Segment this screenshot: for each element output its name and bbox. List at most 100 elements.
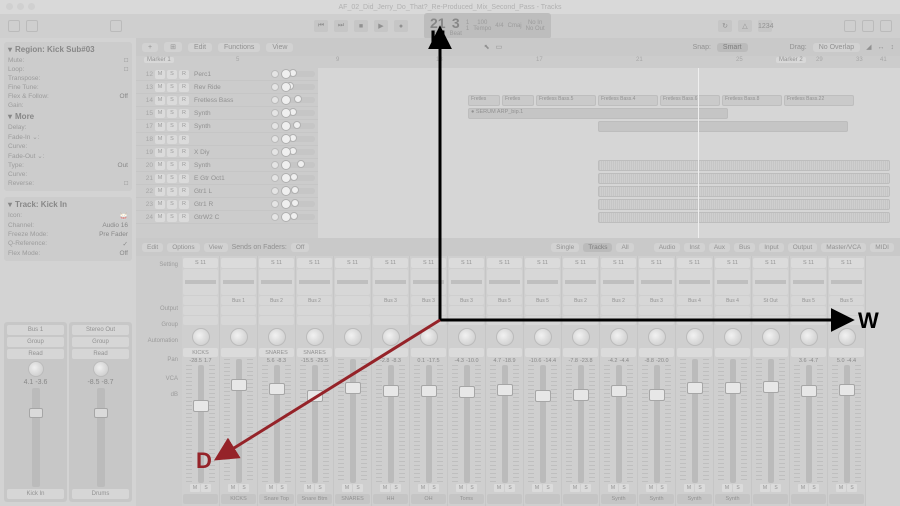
solo-button[interactable]: S (167, 109, 177, 118)
mixer-channel-strip[interactable]: S 11Bus 2SNARES-15.5 -25.5MSSnare Btm (296, 256, 334, 506)
window-controls[interactable] (6, 3, 35, 10)
fader[interactable] (806, 365, 812, 483)
fader[interactable] (692, 359, 698, 483)
mute-button[interactable]: M (722, 484, 732, 492)
group-slot[interactable] (525, 306, 560, 315)
eq-thumbnail[interactable] (525, 269, 560, 295)
eq-thumbnail[interactable] (639, 269, 674, 295)
output-slot[interactable]: Bus 1 (221, 296, 256, 305)
vca-slot[interactable] (335, 348, 370, 357)
setting-slot[interactable]: S 11 (411, 258, 446, 268)
automation-slot[interactable] (715, 316, 750, 325)
solo-button[interactable]: S (391, 484, 401, 492)
output-slot[interactable]: Bus 2 (297, 296, 332, 305)
pan-knob[interactable] (572, 328, 590, 346)
volume-slider[interactable] (281, 149, 315, 155)
power-icon[interactable] (271, 187, 279, 195)
power-icon[interactable] (271, 122, 279, 130)
mute-button[interactable]: M (494, 484, 504, 492)
edit-menu[interactable]: Edit (188, 43, 212, 52)
vca-slot[interactable] (373, 348, 408, 357)
solo-button[interactable]: S (619, 484, 629, 492)
zoom-v-icon[interactable]: ↕ (891, 44, 895, 51)
mute-button[interactable]: M (155, 96, 165, 105)
marker[interactable]: Marker 2 (776, 57, 806, 63)
midi-region[interactable] (598, 121, 848, 132)
output-slot[interactable]: Bus 2 (601, 296, 636, 305)
output-slot[interactable]: Bus 3 (639, 296, 674, 305)
automation-slot[interactable] (297, 316, 332, 325)
mute-button[interactable]: M (760, 484, 770, 492)
mute-button[interactable]: M (155, 161, 165, 170)
fader[interactable] (32, 388, 40, 487)
automation-slot[interactable] (791, 316, 826, 325)
minimize-icon[interactable] (17, 3, 24, 10)
rewind-button[interactable]: ⏮ (314, 20, 328, 32)
volume-slider[interactable] (281, 110, 315, 116)
group-slot[interactable] (411, 306, 446, 315)
group-slot[interactable] (221, 306, 256, 315)
output-slot[interactable]: Bus 3 (449, 296, 484, 305)
setting-slot[interactable]: S 11 (677, 258, 712, 268)
fader[interactable] (236, 359, 242, 483)
group-slot[interactable] (449, 306, 484, 315)
track-header[interactable]: 14MSRFretless Bass (136, 94, 318, 107)
mute-button[interactable]: M (155, 200, 165, 209)
pan-knob[interactable] (800, 328, 818, 346)
mixer-channel-strip[interactable]: S 11Bus 3-4.3 -10.0MSToms (448, 256, 486, 506)
mute-button[interactable]: M (646, 484, 656, 492)
solo-button[interactable]: S (847, 484, 857, 492)
mixer-channel-strip[interactable]: S 11Bus 54.7 -18.9MS (486, 256, 524, 506)
mute-button[interactable]: M (190, 484, 200, 492)
output-slot[interactable]: Bus 2 (563, 296, 598, 305)
track-header[interactable]: 19MSRX Diy (136, 146, 318, 159)
zoom-h-icon[interactable]: ↔ (878, 44, 885, 51)
mixer-channel-strip[interactable]: S 11Bus 2-4.2 -4.4MSSynth (600, 256, 638, 506)
setting-slot[interactable]: S 11 (335, 258, 370, 268)
mute-button[interactable]: M (155, 213, 165, 222)
mute-button[interactable]: M (380, 484, 390, 492)
eq-thumbnail[interactable] (829, 269, 864, 295)
fader[interactable] (502, 365, 508, 483)
volume-slider[interactable] (281, 188, 315, 194)
solo-button[interactable]: S (167, 161, 177, 170)
mute-button[interactable]: M (155, 109, 165, 118)
mute-button[interactable]: M (570, 484, 580, 492)
view-all[interactable]: All (616, 243, 633, 252)
power-icon[interactable] (271, 213, 279, 221)
track-header[interactable]: 12MSRPerc1 (136, 68, 318, 81)
track-header[interactable]: 15MSRSynth (136, 107, 318, 120)
output-slot[interactable]: Bus 3 (411, 296, 446, 305)
track-header[interactable]: 24MSRGtrW2 C (136, 211, 318, 224)
mixer-channel-strip[interactable]: S 11Bus 2-7.8 -23.8MS (562, 256, 600, 506)
track-header[interactable]: 22MSRGtr1 L (136, 185, 318, 198)
solo-button[interactable]: S (429, 484, 439, 492)
power-icon[interactable] (271, 174, 279, 182)
power-icon[interactable] (271, 96, 279, 104)
fader[interactable] (844, 365, 850, 483)
record-button[interactable]: R (179, 135, 189, 144)
solo-button[interactable]: S (201, 484, 211, 492)
record-button[interactable]: R (179, 96, 189, 105)
play-button[interactable]: ▶ (374, 20, 388, 32)
record-button[interactable]: ● (394, 20, 408, 32)
setting-slot[interactable]: S 11 (183, 258, 218, 268)
marker[interactable]: Marker 1 (144, 57, 174, 63)
vca-slot[interactable]: SNARES (259, 348, 294, 357)
setting-slot[interactable]: S 11 (791, 258, 826, 268)
marquee-tool-icon[interactable]: ▭ (496, 43, 503, 51)
solo-button[interactable]: S (733, 484, 743, 492)
solo-button[interactable]: S (167, 83, 177, 92)
volume-slider[interactable] (281, 162, 315, 168)
fader[interactable] (464, 365, 470, 483)
pan-knob[interactable] (648, 328, 666, 346)
track-header[interactable]: 20MSRSynth (136, 159, 318, 172)
eq-thumbnail[interactable] (753, 269, 788, 295)
eq-thumbnail[interactable] (601, 269, 636, 295)
add-track-button[interactable]: + (142, 43, 158, 52)
vca-slot[interactable] (525, 348, 560, 357)
automation-slot[interactable] (183, 316, 218, 325)
pan-knob[interactable] (534, 328, 552, 346)
fader[interactable] (730, 359, 736, 483)
setting-slot[interactable]: S 11 (563, 258, 598, 268)
